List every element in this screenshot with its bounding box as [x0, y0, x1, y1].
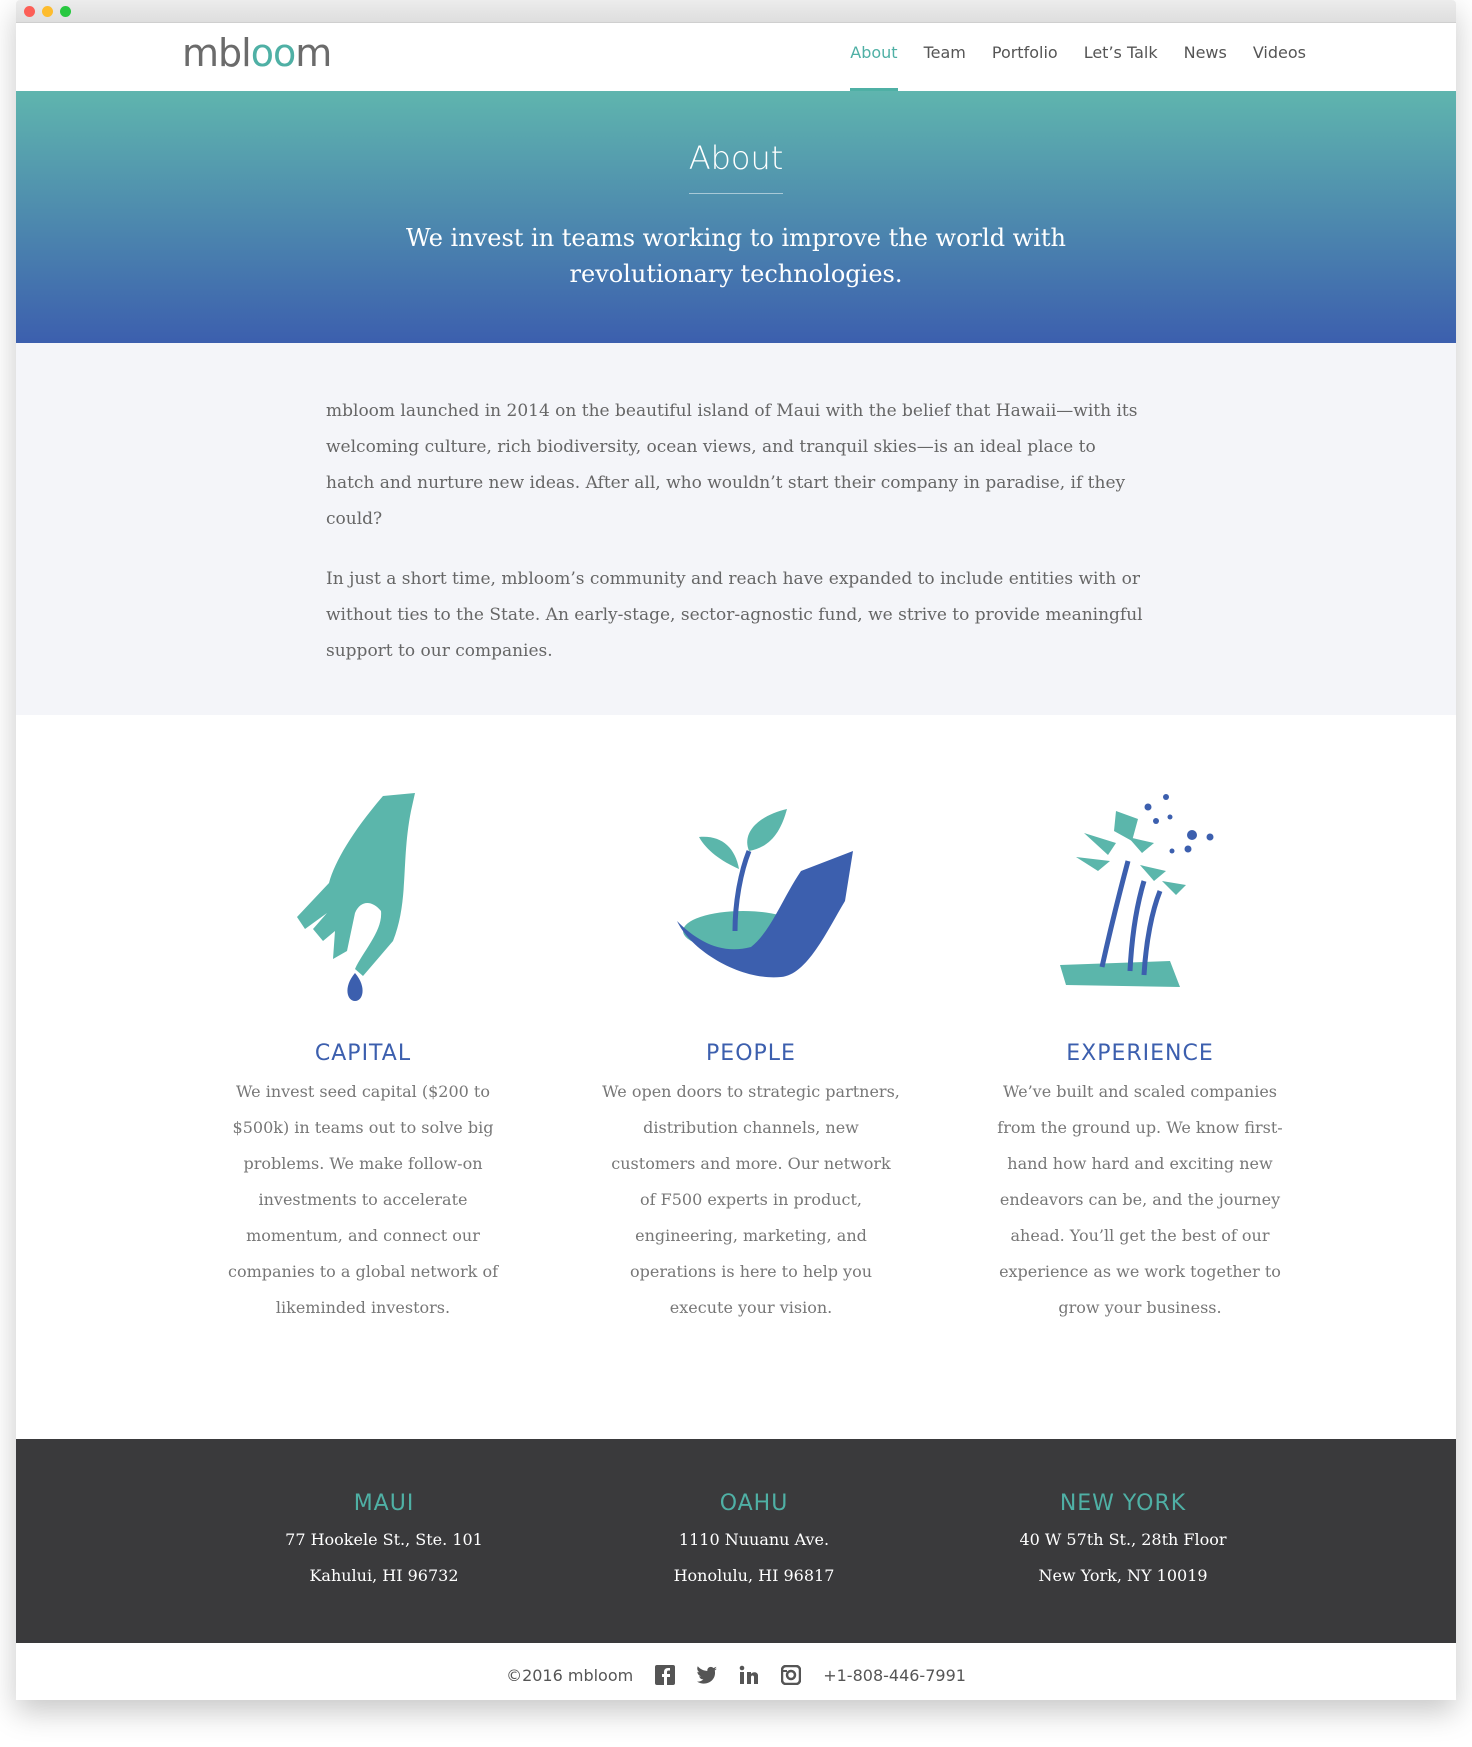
- feature-title-capital: CAPITAL: [314, 1041, 412, 1066]
- mbloom-logo[interactable]: mbloom: [182, 31, 332, 75]
- feature-people: PEOPLE We open doors to strategic partne…: [561, 791, 941, 1326]
- intro-paragraph-1: mbloom launched in 2014 on the beautiful…: [326, 401, 1138, 529]
- feature-capital: CAPITAL We invest seed capital ($200 to …: [173, 791, 553, 1326]
- close-window-button[interactable]: [24, 6, 35, 17]
- window-titlebar: [16, 0, 1456, 23]
- office-oahu: OAHU 1110 Nuuanu Ave. Honolulu, HI 96817: [604, 1491, 904, 1594]
- office-name: MAUI: [353, 1491, 415, 1516]
- nav-news[interactable]: News: [1184, 23, 1227, 91]
- office-name: OAHU: [719, 1491, 789, 1516]
- facebook-icon[interactable]: [653, 1663, 677, 1687]
- twitter-icon[interactable]: [695, 1663, 719, 1687]
- feature-text-capital: We invest seed capital ($200 to $500k) i…: [228, 1082, 498, 1317]
- office-address-line-2: New York, NY 10019: [1038, 1566, 1208, 1585]
- intro-paragraph-2: In just a short time, mbloom’s community…: [326, 569, 1143, 661]
- feature-experience: EXPERIENCE We’ve built and scaled compan…: [950, 791, 1330, 1326]
- phone-number[interactable]: +1-808-446-7991: [823, 1666, 966, 1685]
- page-title: About: [688, 139, 784, 194]
- office-new-york: NEW YORK 40 W 57th St., 28th Floor New Y…: [973, 1491, 1273, 1594]
- intro-section: mbloom launched in 2014 on the beautiful…: [16, 343, 1456, 715]
- bottom-bar: ©2016 mbloom +1-808-446-7991: [16, 1643, 1456, 1700]
- instagram-icon[interactable]: [779, 1663, 803, 1687]
- nav-team[interactable]: Team: [924, 23, 966, 91]
- main-nav: About Team Portfolio Let’s Talk News Vid…: [824, 23, 1306, 91]
- linkedin-icon[interactable]: [737, 1663, 761, 1687]
- feature-text-people: We open doors to strategic partners, dis…: [602, 1082, 900, 1317]
- hand-seed-icon: [297, 793, 415, 1001]
- minimize-window-button[interactable]: [42, 6, 53, 17]
- site-header: mbloom About Team Portfolio Let’s Talk N…: [16, 23, 1456, 91]
- feature-title-experience: EXPERIENCE: [1066, 1041, 1214, 1066]
- copyright: ©2016 mbloom: [506, 1665, 634, 1685]
- office-address-line-1: 40 W 57th St., 28th Floor: [1019, 1530, 1227, 1549]
- offices-footer: MAUI 77 Hookele St., Ste. 101 Kahului, H…: [16, 1439, 1456, 1643]
- office-name: NEW YORK: [1059, 1491, 1187, 1516]
- nav-videos[interactable]: Videos: [1253, 23, 1306, 91]
- feature-title-people: PEOPLE: [706, 1041, 796, 1066]
- office-address-line-2: Honolulu, HI 96817: [673, 1566, 835, 1585]
- office-address-line-1: 1110 Nuuanu Ave.: [678, 1530, 830, 1549]
- tree-icon: [1060, 794, 1214, 987]
- social-links: [653, 1663, 803, 1687]
- nav-lets-talk[interactable]: Let’s Talk: [1084, 23, 1158, 91]
- office-address-line-2: Kahului, HI 96732: [309, 1566, 459, 1585]
- nav-portfolio[interactable]: Portfolio: [992, 23, 1058, 91]
- feature-text-experience: We’ve built and scaled companies from th…: [997, 1082, 1283, 1317]
- hero-banner: About We invest in teams working to impr…: [16, 91, 1456, 343]
- maximize-window-button[interactable]: [60, 6, 71, 17]
- nav-about[interactable]: About: [850, 23, 898, 91]
- office-address-line-1: 77 Hookele St., Ste. 101: [285, 1530, 483, 1549]
- hero-subtitle: We invest in teams working to improve th…: [406, 224, 1066, 288]
- office-maui: MAUI 77 Hookele St., Ste. 101 Kahului, H…: [234, 1491, 534, 1594]
- hand-sprout-icon: [677, 809, 853, 978]
- features-section: CAPITAL We invest seed capital ($200 to …: [16, 715, 1456, 1439]
- browser-window: mbloom About Team Portfolio Let’s Talk N…: [16, 0, 1456, 1700]
